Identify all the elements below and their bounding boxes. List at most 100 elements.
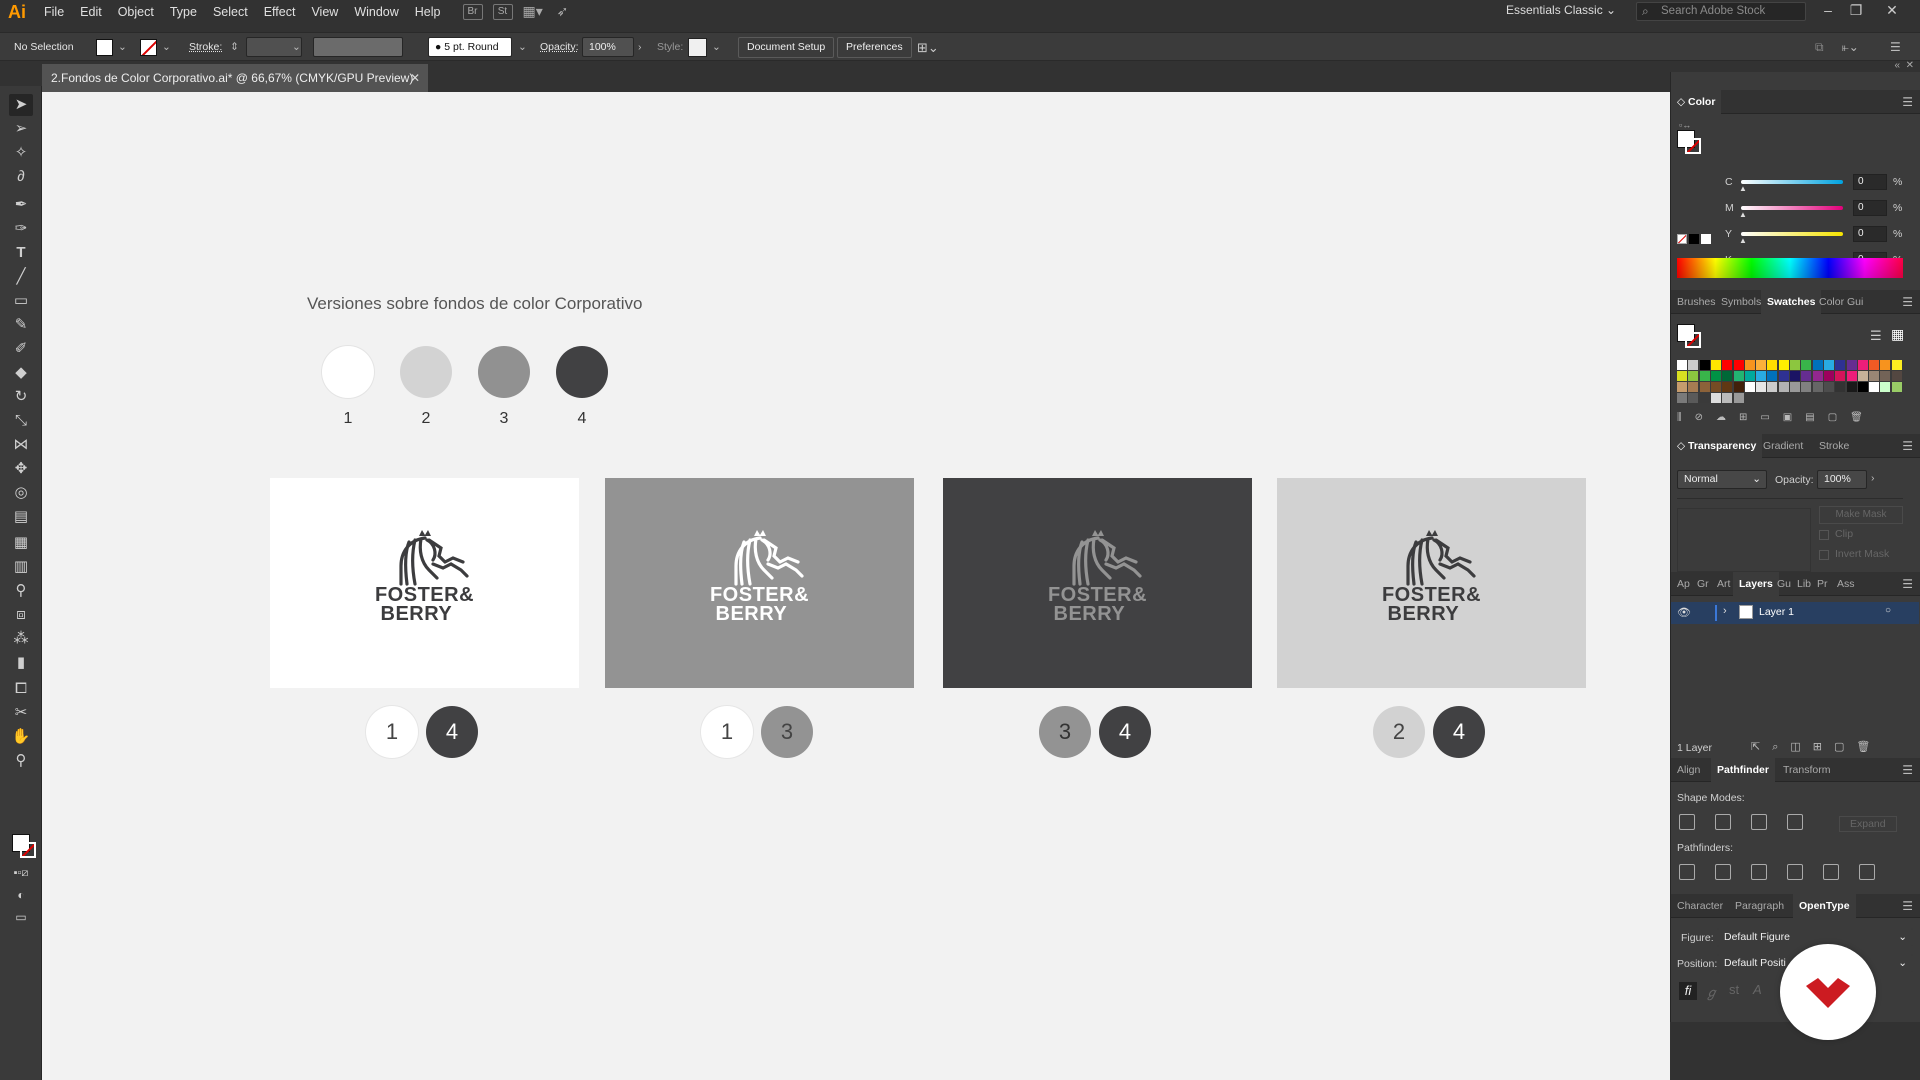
swatch-chip[interactable] (1722, 360, 1733, 370)
layer-name[interactable]: Layer 1 (1759, 606, 1794, 618)
list-view-icon[interactable]: ☰ (1870, 328, 1882, 344)
swatch-chip[interactable] (1733, 393, 1744, 403)
chevron-down-icon[interactable]: ⌄ (118, 39, 127, 56)
document-tab[interactable]: 2.Fondos de Color Corporativo.ai* @ 66,6… (42, 64, 428, 92)
drawing-mode-icon[interactable]: ◐ (9, 884, 33, 906)
crop-icon[interactable] (1787, 864, 1803, 880)
tab-transform[interactable]: Transform (1777, 758, 1836, 782)
swatch-chip[interactable] (1891, 382, 1902, 392)
swatch-chip[interactable] (1790, 360, 1800, 370)
chevron-down-icon[interactable]: ⌄ (162, 39, 171, 56)
stock-icon[interactable]: St (492, 4, 513, 20)
eraser-tool-icon[interactable]: ◆ (9, 362, 33, 384)
discretionary-ligatures-icon[interactable]: st (1729, 982, 1739, 997)
artboard-tool-icon[interactable]: ⧠ (9, 678, 33, 700)
column-graph-tool-icon[interactable]: ▮ (9, 652, 33, 674)
panel-menu-icon[interactable]: ☰ (1902, 899, 1913, 913)
tab-symbols[interactable]: Symbols (1715, 290, 1767, 314)
channel-slider-c[interactable] (1741, 180, 1843, 184)
swatch-chip[interactable] (1869, 360, 1880, 370)
eyedropper-tool-icon[interactable]: ⚲ (9, 580, 33, 602)
swatch-chip[interactable] (1891, 371, 1902, 381)
tab-assets[interactable]: Ass (1831, 572, 1861, 596)
perspective-grid-tool-icon[interactable]: ▤ (9, 506, 33, 528)
minus-front-icon[interactable] (1715, 814, 1731, 830)
tab-transparency[interactable]: ◇ Transparency (1671, 434, 1763, 458)
opacity-field[interactable]: 100% (582, 37, 634, 57)
white-swatch[interactable] (1701, 234, 1711, 244)
stroke-color-box[interactable] (20, 842, 36, 858)
swatch-chip[interactable] (1823, 360, 1834, 370)
make-mask-button[interactable]: Make Mask (1819, 506, 1903, 524)
swatch-chip[interactable] (1722, 371, 1733, 381)
swatch-chip[interactable] (1744, 382, 1755, 392)
variable-width-profile[interactable] (313, 37, 403, 57)
close-icon[interactable]: ✕ (1879, 0, 1905, 22)
swatches-stroke-box[interactable] (1685, 332, 1701, 348)
color-stroke-box[interactable] (1685, 138, 1701, 154)
swatch-chip[interactable] (1767, 371, 1778, 381)
expand-button[interactable]: Expand (1839, 816, 1897, 832)
merge-icon[interactable] (1751, 864, 1767, 880)
swatch-chip[interactable] (1744, 360, 1755, 370)
tab-brushes[interactable]: Brushes (1671, 290, 1722, 314)
tab-color-guide[interactable]: Color Gui (1813, 290, 1869, 314)
channel-slider-m[interactable] (1741, 206, 1843, 210)
target-circle-icon[interactable]: ○ (1885, 605, 1891, 616)
swash-icon[interactable]: A (1753, 982, 1762, 997)
swatch-chip[interactable] (1688, 360, 1699, 370)
graphic-style-swatch[interactable] (688, 38, 707, 57)
swatch-chip[interactable] (1677, 371, 1687, 381)
menu-effect[interactable]: Effect (256, 5, 304, 19)
swatch-chip[interactable] (1756, 371, 1767, 381)
swatch-chip[interactable] (1880, 371, 1891, 381)
color-spectrum[interactable] (1677, 258, 1903, 278)
hand-tool-icon[interactable]: ✋ (9, 726, 33, 748)
type-tool-icon[interactable]: T (9, 242, 33, 264)
zoom-tool-icon[interactable]: ⚲ (9, 750, 33, 772)
chevron-down-icon[interactable]: ⌄ (518, 39, 527, 56)
tab-character[interactable]: Character (1671, 894, 1729, 918)
menu-help[interactable]: Help (407, 5, 449, 19)
workspace-switcher[interactable]: Essentials Classic ⌄ (1506, 3, 1616, 17)
channel-value-c[interactable]: 0 (1853, 174, 1887, 190)
swatch-chip[interactable] (1767, 360, 1778, 370)
menu-file[interactable]: File (36, 5, 72, 19)
paintbrush-tool-icon[interactable]: ✎ (9, 314, 33, 336)
document-setup-button[interactable]: Document Setup (738, 37, 835, 58)
swatch-chip[interactable] (1778, 360, 1789, 370)
color-mode-icon[interactable]: ▪▫⧄ (9, 862, 33, 884)
selection-tool-icon[interactable]: ➤ (9, 94, 33, 116)
minus-back-icon[interactable] (1859, 864, 1875, 880)
swatch-chip[interactable] (1835, 371, 1846, 381)
exclude-icon[interactable] (1787, 814, 1803, 830)
preferences-button[interactable]: Preferences (837, 37, 912, 58)
stroke-none-icon[interactable] (140, 39, 157, 56)
swatch-chip[interactable] (1722, 382, 1733, 392)
swatch-chip[interactable] (1801, 371, 1812, 381)
swatch-chip[interactable] (1846, 371, 1857, 381)
swatch-chip[interactable] (1812, 371, 1823, 381)
stroke-stepper-icon[interactable]: ⇕ (230, 39, 239, 56)
swatch-chip[interactable] (1677, 382, 1687, 392)
artboard-canvas[interactable]: Versiones sobre fondos de color Corporat… (42, 92, 1670, 1080)
outline-icon[interactable] (1823, 864, 1839, 880)
invert-mask-checkbox[interactable] (1819, 550, 1829, 560)
curvature-tool-icon[interactable]: ✑ (9, 218, 33, 240)
none-swatch-icon[interactable] (1677, 234, 1687, 244)
swatch-chip[interactable] (1733, 371, 1744, 381)
swatch-chip[interactable] (1756, 382, 1767, 392)
gradient-tool-icon[interactable]: ▥ (9, 556, 33, 578)
search-stock-input[interactable]: Search Adobe Stock (1636, 2, 1806, 21)
tab-paragraph[interactable]: Paragraph (1729, 894, 1790, 918)
close-tab-icon[interactable]: ✕ (410, 64, 420, 92)
width-tool-icon[interactable]: ⋈ (9, 434, 33, 456)
arrange-documents-icon[interactable]: ▦▾ (523, 4, 543, 20)
swatch-chip[interactable] (1891, 360, 1902, 370)
visibility-eye-icon[interactable]: 👁 (1677, 606, 1691, 619)
brush-definition[interactable]: ● 5 pt. Round (428, 37, 512, 57)
swatch-chip[interactable] (1710, 393, 1721, 403)
divide-icon[interactable] (1679, 864, 1695, 880)
swatch-chip[interactable] (1857, 371, 1868, 381)
menu-edit[interactable]: Edit (72, 5, 110, 19)
